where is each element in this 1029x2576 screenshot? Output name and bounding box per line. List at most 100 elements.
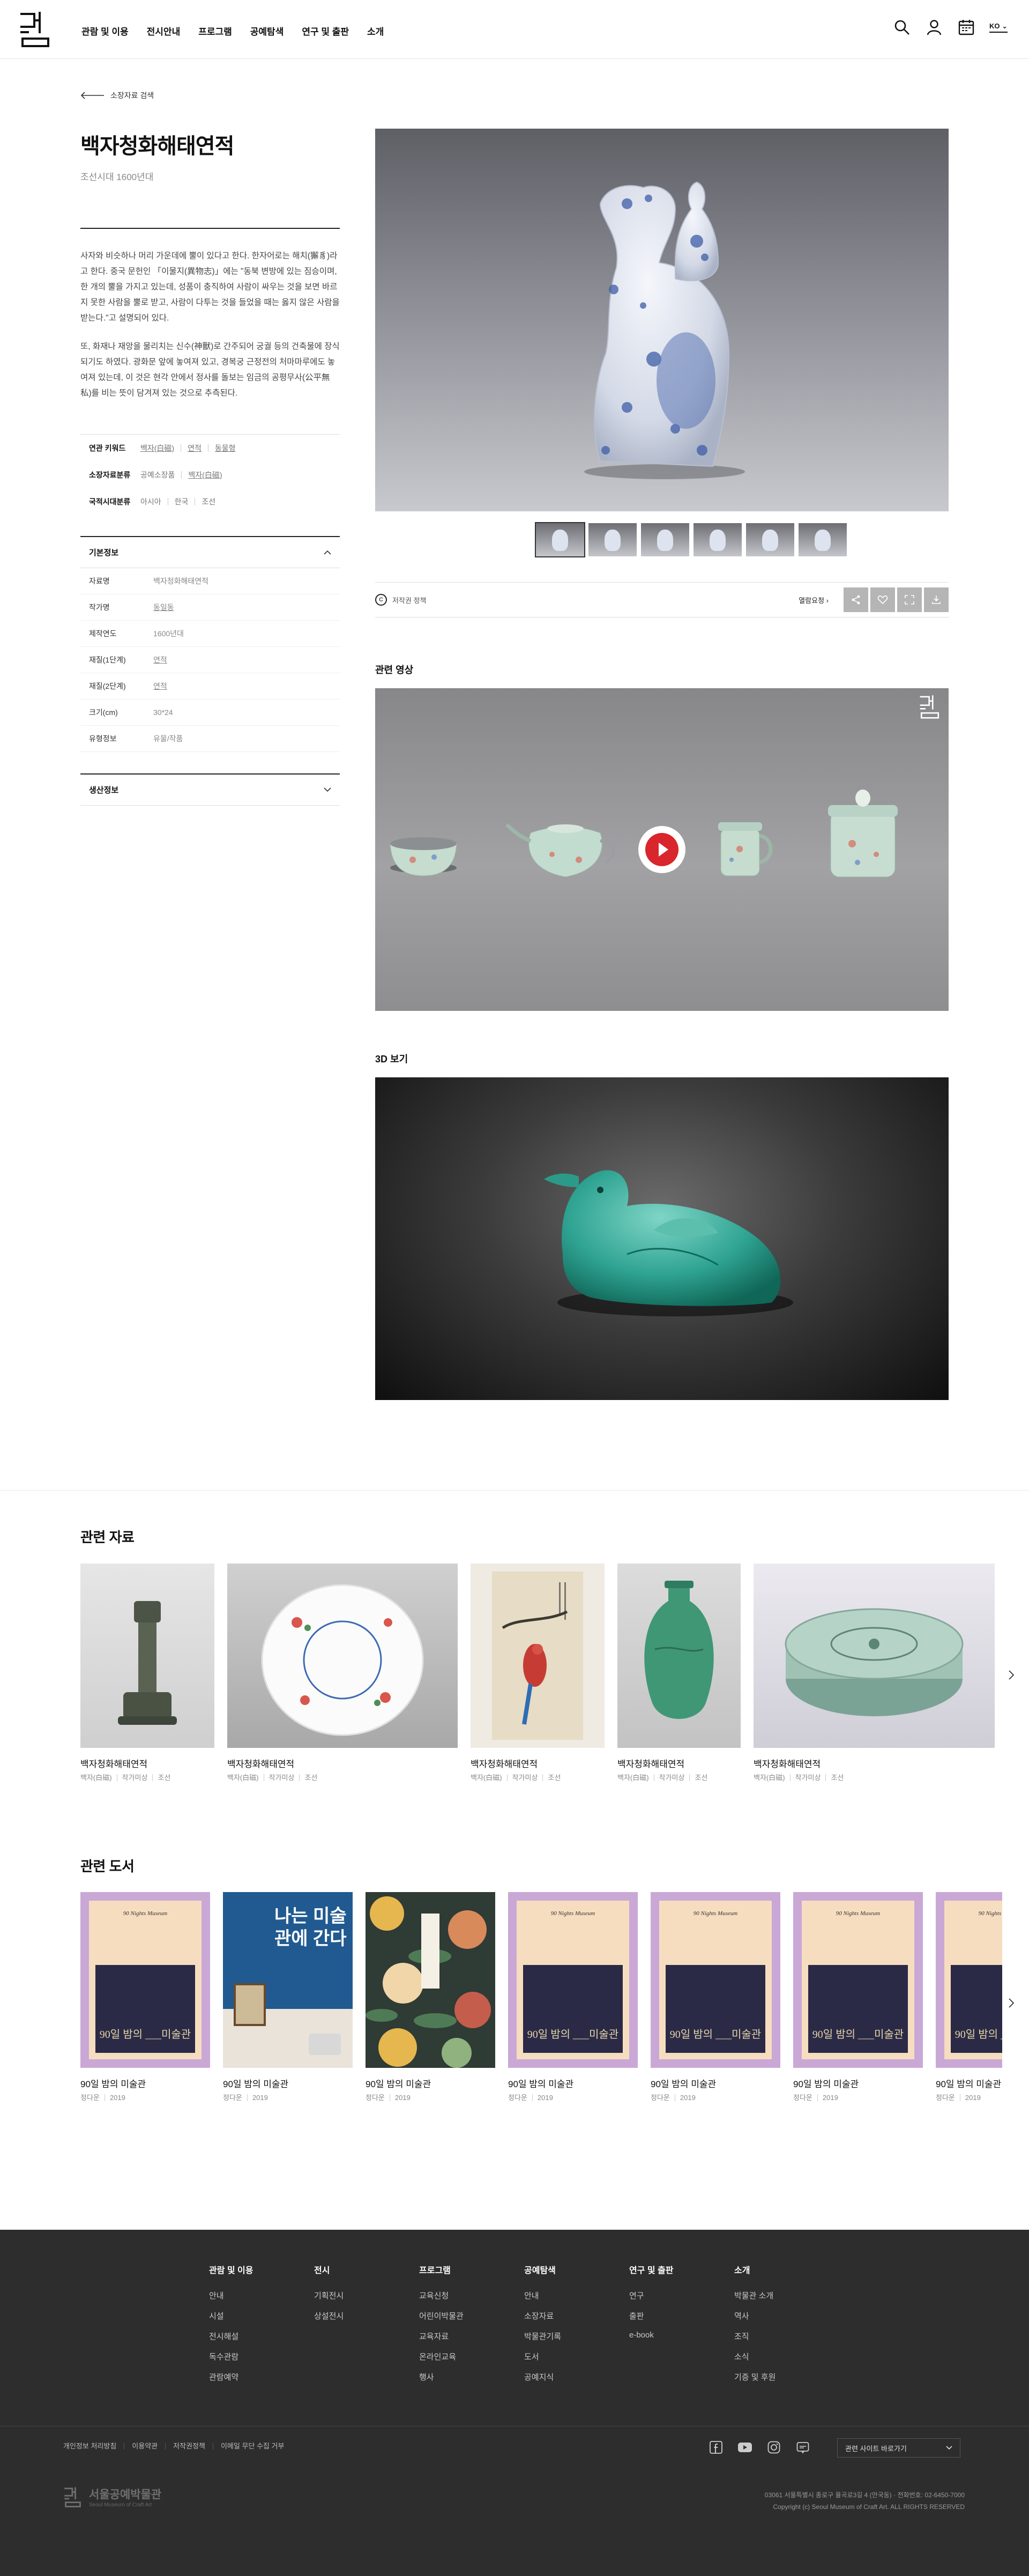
- related-items-carousel: 백자청화해태연적 백자(白磁) 작가미상 조선 백자청화해태연적 백자(白磁) 작가미…: [80, 1564, 1002, 1789]
- search-icon[interactable]: [893, 18, 911, 36]
- footer-link[interactable]: 안내: [524, 2290, 621, 2301]
- view-request-link[interactable]: 열람요청 ›: [799, 595, 829, 605]
- footer-link[interactable]: 기증 및 후원: [734, 2371, 831, 2383]
- info-label: 재질(1단계): [89, 656, 126, 664]
- book-card[interactable]: 90 Nights Museum 90일 밤의 ___미술관 90일 밤의 미술관…: [508, 1892, 638, 2101]
- footer-link[interactable]: 상설전시: [314, 2310, 411, 2321]
- keyword-link[interactable]: 아시아: [140, 498, 168, 505]
- thumbnail[interactable]: [799, 523, 847, 556]
- footer-link[interactable]: 교육신청: [419, 2290, 516, 2301]
- footer-link[interactable]: 박물관 소개: [734, 2290, 831, 2301]
- footer-link[interactable]: 행사: [419, 2371, 516, 2383]
- nav-research[interactable]: 연구 및 출판: [302, 24, 349, 38]
- like-button[interactable]: [870, 587, 895, 612]
- footer-link[interactable]: 기획전시: [314, 2290, 411, 2301]
- user-icon[interactable]: [925, 18, 943, 36]
- book-author: 정다운: [651, 2094, 670, 2102]
- book-card[interactable]: 90일 밤의 미술관 정다운 2019: [366, 1892, 495, 2101]
- related-video-player[interactable]: [375, 688, 949, 1011]
- language-selector[interactable]: KO ⌄: [989, 22, 1008, 33]
- book-card[interactable]: 90 Nights Museum 90일 밤의 ___미술관 90일 밤의 미술관…: [936, 1892, 1002, 2101]
- meta-text: 조선: [299, 1774, 322, 1781]
- 3d-model-viewer[interactable]: [375, 1077, 949, 1400]
- thumbnail[interactable]: [588, 523, 637, 556]
- copyright-policy-link[interactable]: 저작권정책: [165, 2443, 213, 2450]
- footer-link[interactable]: 역사: [734, 2310, 831, 2321]
- footer-link[interactable]: 출판: [629, 2310, 726, 2321]
- footer-link[interactable]: 독수관람: [209, 2351, 305, 2362]
- related-item-card[interactable]: 백자청화해태연적 백자(白磁) 작가미상 조선: [227, 1564, 458, 1781]
- footer-link[interactable]: 소장자료: [524, 2310, 621, 2321]
- footer-link[interactable]: 어린이박물관: [419, 2310, 516, 2321]
- footer-link[interactable]: 도서: [524, 2351, 621, 2362]
- info-value-link[interactable]: 연적: [153, 654, 167, 665]
- related-item-card[interactable]: 백자청화해태연적 백자(白磁) 작가미상 조선: [471, 1564, 605, 1781]
- item-image: [617, 1564, 741, 1748]
- basic-info-toggle[interactable]: 기본정보: [80, 537, 340, 568]
- book-card[interactable]: 90 Nights Museum 90일 밤의 ___미술관 90일 밤의 미술관…: [80, 1892, 210, 2101]
- book-author: 정다운: [366, 2094, 385, 2102]
- object-main-image[interactable]: [375, 129, 949, 511]
- related-item-card[interactable]: 백자청화해태연적 백자(白磁) 작가미상 조선: [754, 1564, 995, 1781]
- nav-exhibitions[interactable]: 전시안내: [147, 24, 181, 38]
- footer-link[interactable]: 공예지식: [524, 2371, 621, 2383]
- thumbnail[interactable]: [535, 522, 585, 557]
- nav-programs[interactable]: 프로그램: [198, 24, 232, 38]
- keyword-link[interactable]: 백자(白磁): [140, 444, 181, 452]
- book-cover: 90 Nights Museum 90일 밤의 ___미술관: [936, 1892, 1002, 2068]
- book-card[interactable]: 나는 미술관에 간다 90일 밤의 미술관 정다운 2019: [223, 1892, 353, 2101]
- footer-link[interactable]: 시설: [209, 2310, 305, 2321]
- keyword-link[interactable]: 공예소장품: [140, 471, 181, 479]
- download-button[interactable]: [924, 587, 949, 612]
- info-value-link[interactable]: 동일동: [153, 602, 174, 613]
- calendar-icon[interactable]: [957, 18, 975, 36]
- related-item-card[interactable]: 백자청화해태연적 백자(白磁) 작가미상 조선: [617, 1564, 741, 1781]
- footer-link[interactable]: 전시해설: [209, 2331, 305, 2342]
- keyword-link[interactable]: 백자(白磁): [181, 471, 228, 479]
- back-to-search-link[interactable]: 소장자료 검색: [80, 90, 154, 101]
- nav-visit[interactable]: 관람 및 이용: [81, 24, 129, 38]
- related-items-next-button[interactable]: [1003, 1667, 1019, 1683]
- footer-link[interactable]: e-book: [629, 2331, 726, 2340]
- fullscreen-button[interactable]: [897, 587, 922, 612]
- thumbnail[interactable]: [641, 523, 689, 556]
- meta-text: 작가미상: [263, 1774, 300, 1781]
- related-item-card[interactable]: 백자청화해태연적 백자(白磁) 작가미상 조선: [80, 1564, 214, 1781]
- thumbnail[interactable]: [746, 523, 794, 556]
- privacy-policy-link[interactable]: 개인정보 처리방침: [63, 2443, 124, 2450]
- instagram-icon[interactable]: [766, 2440, 781, 2455]
- keyword-link[interactable]: 조선: [195, 498, 222, 505]
- keyword-link[interactable]: 동물형: [207, 444, 242, 452]
- nav-about[interactable]: 소개: [367, 24, 384, 38]
- footer-link[interactable]: 소식: [734, 2351, 831, 2362]
- related-sites-select[interactable]: 관련 사이트 바로가기: [837, 2438, 960, 2458]
- keyword-link[interactable]: 한국: [167, 498, 195, 505]
- footer-link[interactable]: 교육자료: [419, 2331, 516, 2342]
- keyword-link[interactable]: 연적: [181, 444, 208, 452]
- related-books-next-button[interactable]: [1003, 1995, 1019, 2011]
- facebook-icon[interactable]: [709, 2440, 724, 2455]
- play-button[interactable]: [638, 826, 685, 873]
- terms-link[interactable]: 이용약관: [124, 2443, 165, 2450]
- email-policy-link[interactable]: 이메일 무단 수집 거부: [212, 2443, 292, 2450]
- heart-icon: [877, 595, 888, 605]
- footer-link[interactable]: 연구: [629, 2290, 726, 2301]
- info-value-link[interactable]: 연적: [153, 681, 167, 691]
- book-card[interactable]: 90 Nights Museum 90일 밤의 ___미술관 90일 밤의 미술관…: [651, 1892, 780, 2101]
- thumbnail[interactable]: [694, 523, 742, 556]
- utility-bar: KO ⌄: [893, 18, 1008, 36]
- production-info-toggle[interactable]: 생산정보: [80, 775, 340, 806]
- footer-link[interactable]: 박물관기록: [524, 2331, 621, 2342]
- footer-link[interactable]: 조직: [734, 2331, 831, 2342]
- museum-logo[interactable]: [18, 11, 53, 48]
- blog-icon[interactable]: [795, 2440, 810, 2455]
- footer-link[interactable]: 관람예약: [209, 2371, 305, 2383]
- footer-link[interactable]: 온라인교육: [419, 2351, 516, 2362]
- youtube-icon[interactable]: [737, 2440, 752, 2455]
- license-info[interactable]: C 저작권 정책: [375, 594, 426, 606]
- footer-link[interactable]: 안내: [209, 2290, 305, 2301]
- nav-explore[interactable]: 공예탐색: [250, 24, 284, 38]
- share-button[interactable]: [844, 587, 868, 612]
- book-card[interactable]: 90 Nights Museum 90일 밤의 ___미술관 90일 밤의 미술관…: [793, 1892, 923, 2101]
- cover-script-text: 90 Nights Museum: [550, 1910, 595, 1917]
